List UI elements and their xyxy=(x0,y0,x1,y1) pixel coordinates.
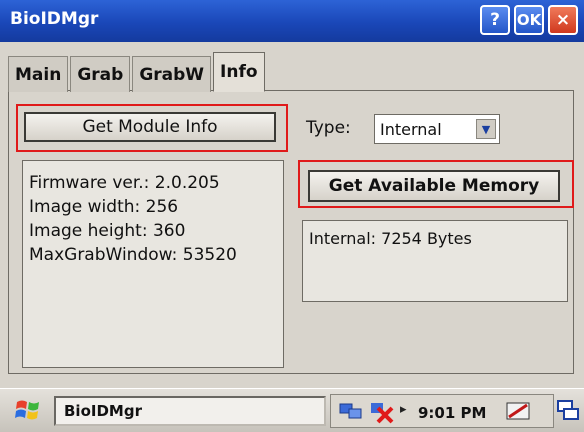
image-width-line: Image width: 256 xyxy=(29,197,179,217)
chevron-down-icon[interactable]: ▼ xyxy=(476,119,496,139)
taskbar-app-button[interactable]: BioIDMgr xyxy=(54,396,326,426)
tab-grabw[interactable]: GrabW xyxy=(132,56,212,92)
module-info-box: Firmware ver.: 2.0.205 Image width: 256 … xyxy=(22,160,284,368)
window-title: BioIDMgr xyxy=(10,9,99,29)
max-grab-window-line: MaxGrabWindow: 53520 xyxy=(29,245,237,265)
ok-button[interactable]: OK xyxy=(514,5,544,35)
type-select-value: Internal xyxy=(380,119,442,139)
help-button[interactable]: ? xyxy=(480,5,510,35)
arrow-right-icon: ▸ xyxy=(400,402,407,417)
tab-strip: Main Grab GrabW Info xyxy=(8,52,267,92)
get-module-info-button[interactable]: Get Module Info xyxy=(24,112,276,142)
tab-grab[interactable]: Grab xyxy=(70,56,131,92)
network-icon[interactable] xyxy=(338,400,364,422)
image-height-line: Image height: 360 xyxy=(29,221,186,241)
type-label: Type: xyxy=(306,118,351,138)
type-select[interactable]: Internal ▼ xyxy=(374,114,500,144)
tab-main[interactable]: Main xyxy=(8,56,69,92)
get-available-memory-button[interactable]: Get Available Memory xyxy=(308,170,560,202)
memory-info-box: Internal: 7254 Bytes xyxy=(302,220,568,302)
close-button[interactable]: × xyxy=(548,5,578,35)
windows-start-icon[interactable] xyxy=(14,396,42,424)
firmware-version-line: Firmware ver.: 2.0.205 xyxy=(29,173,220,193)
clock[interactable]: 9:01 PM xyxy=(418,404,486,422)
input-panel-icon[interactable] xyxy=(504,398,532,424)
desktop-switch-icon[interactable] xyxy=(556,398,580,424)
memory-info-text: Internal: 7254 Bytes xyxy=(309,229,472,248)
tab-info[interactable]: Info xyxy=(213,52,265,92)
connection-error-icon[interactable] xyxy=(368,398,396,424)
